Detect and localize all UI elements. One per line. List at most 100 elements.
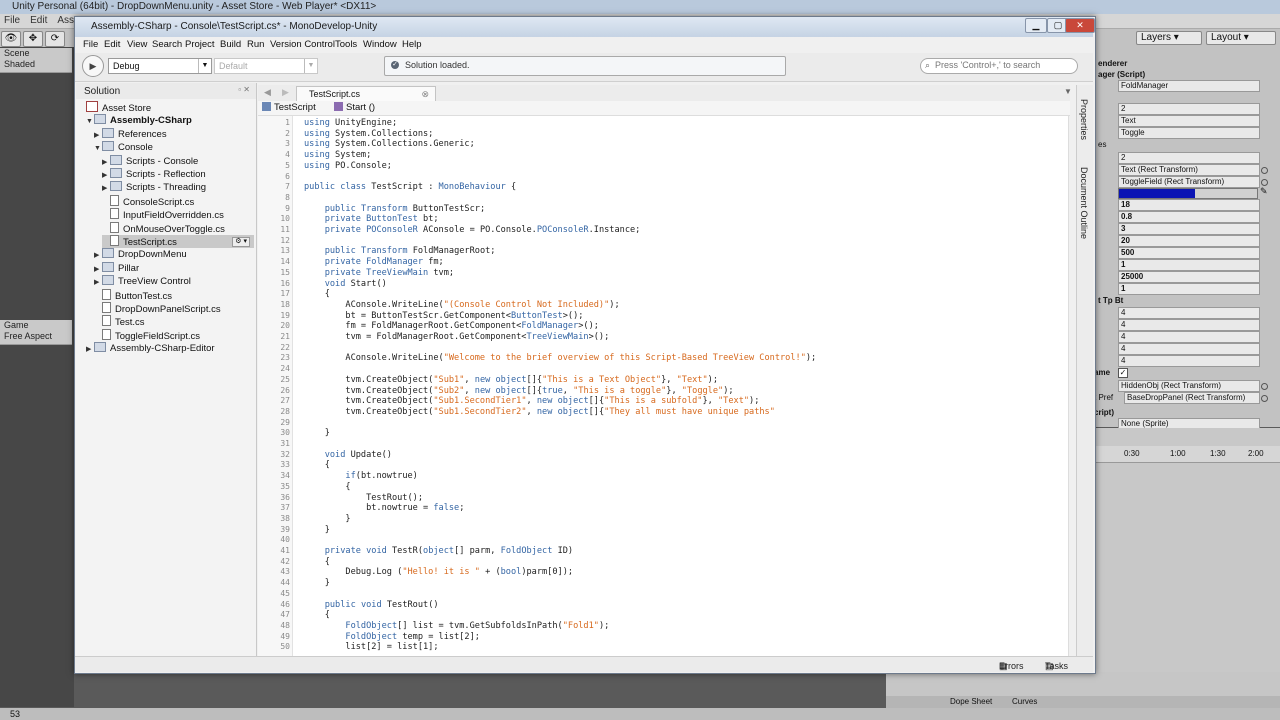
object-picker-icon[interactable] — [1261, 383, 1268, 390]
inspector-value-field[interactable]: 20 — [1118, 235, 1260, 247]
code-line[interactable]: } — [304, 514, 350, 524]
tree-item[interactable]: ▶ Scripts - Reflection — [102, 168, 254, 181]
scene-mode[interactable]: Shaded — [0, 59, 72, 70]
code-line[interactable]: FoldObject temp = list[2]; — [304, 632, 480, 642]
chevron-right-icon[interactable]: ▶ — [86, 343, 94, 356]
tree-item[interactable]: DropDownPanelScript.cs — [94, 302, 254, 315]
tree-item[interactable]: InputFieldOverridden.cs — [102, 208, 254, 221]
code-line[interactable]: public void TestRout() — [304, 600, 439, 610]
inspector-value-field[interactable]: 3 — [1118, 223, 1260, 235]
code-line[interactable]: { — [304, 482, 350, 492]
menu-build[interactable]: Build — [220, 39, 241, 50]
code-line[interactable]: private POConsoleR AConsole = PO.Console… — [304, 225, 641, 235]
code-line[interactable]: list[2] = list[1]; — [304, 642, 438, 652]
rotate-tool-icon[interactable]: ⟳ — [45, 31, 65, 47]
code-line[interactable]: private ButtonTest bt; — [304, 214, 439, 224]
chevron-right-icon[interactable]: ▶ — [94, 276, 102, 289]
code-line[interactable]: { — [304, 557, 330, 567]
inspector-value-field[interactable]: 4 — [1118, 319, 1260, 331]
menu-help[interactable]: Help — [402, 39, 422, 50]
run-button[interactable]: ▶ — [82, 55, 104, 77]
layers-dropdown[interactable]: Layers ▾ — [1136, 31, 1202, 45]
inspector-value-field[interactable]: 25000 — [1118, 271, 1260, 283]
eyedropper-icon[interactable]: ✎ — [1260, 186, 1268, 197]
properties-pad-tab[interactable]: Properties — [1079, 99, 1089, 140]
inspector-field[interactable]: ToggleField (Rect Transform) — [1118, 176, 1260, 188]
code-line[interactable]: } — [304, 428, 330, 438]
code-line[interactable]: using System; — [304, 150, 371, 160]
tree-item[interactable]: ▶ Scripts - Console — [102, 154, 254, 168]
inspector-field[interactable]: 2 — [1118, 103, 1260, 115]
tab-testscript[interactable]: TestScript.cs ⊗ — [296, 86, 436, 102]
hand-tool-icon[interactable]: 👁 — [1, 31, 21, 47]
pad-controls-icon[interactable]: ▫ ✕ — [238, 85, 250, 94]
tree-item[interactable]: ▶ Scripts - Threading — [102, 181, 254, 194]
code-line[interactable]: public Transform FoldManagerRoot; — [304, 246, 496, 256]
code-line[interactable]: { — [304, 610, 330, 620]
menu-file[interactable]: File — [83, 39, 98, 50]
configuration-select[interactable]: Debug ▼ — [108, 58, 212, 74]
code-line[interactable]: TestRout(); — [304, 493, 423, 503]
inspector-value-field[interactable]: 1 — [1118, 259, 1260, 271]
inspector-basedrop-field[interactable]: BaseDropPanel (Rect Transform) — [1124, 392, 1260, 404]
code-line[interactable]: using PO.Console; — [304, 161, 392, 171]
object-picker-icon[interactable] — [1261, 395, 1268, 402]
tab-close-icon[interactable]: ⊗ — [421, 89, 429, 100]
code-line[interactable]: tvm.CreateObject("Sub1.SecondTier1", new… — [304, 396, 759, 406]
code-line[interactable]: bt = ButtonTestScr.GetComponent<ButtonTe… — [304, 311, 583, 321]
code-line[interactable]: fm = FoldManagerRoot.GetComponent<FoldMa… — [304, 321, 599, 331]
layout-dropdown[interactable]: Layout ▾ — [1206, 31, 1276, 45]
code-line[interactable]: using UnityEngine; — [304, 118, 397, 128]
dope-sheet-tab[interactable]: Dope Sheet — [950, 697, 992, 706]
code-line[interactable]: public class TestScript : MonoBehaviour … — [304, 182, 516, 192]
chevron-right-icon[interactable]: ▶ — [102, 169, 110, 182]
tab-list-icon[interactable]: ▼ — [1064, 87, 1072, 96]
code-line[interactable]: tvm.CreateObject("Sub1.SecondTier2", new… — [304, 407, 775, 417]
code-line[interactable]: Debug.Log ("Hello! it is " + (bool)parm[… — [304, 567, 573, 577]
breadcrumb-class[interactable]: TestScript — [274, 102, 316, 113]
tree-item[interactable]: ▼ Assembly-CSharp — [86, 114, 254, 127]
code-line[interactable]: tvm = FoldManagerRoot.GetComponent<TreeV… — [304, 332, 609, 342]
inspector-field[interactable]: Toggle — [1118, 127, 1260, 139]
menu-window[interactable]: Window — [363, 39, 397, 50]
code-line[interactable]: { — [304, 289, 330, 299]
chevron-right-icon[interactable]: ▶ — [94, 263, 102, 276]
color-bar[interactable] — [1118, 188, 1258, 199]
tree-item[interactable]: ▶ Assembly-CSharp-Editor — [86, 342, 254, 355]
inspector-value-field[interactable]: 4 — [1118, 307, 1260, 319]
search-input[interactable]: ⌕ Press 'Control+,' to search — [920, 58, 1078, 74]
code-line[interactable]: public Transform ButtonTestScr; — [304, 204, 485, 214]
code-line[interactable]: FoldObject[] list = tvm.GetSubfoldsInPat… — [304, 621, 609, 631]
inspector-foldmanager-field[interactable]: FoldManager — [1118, 80, 1260, 92]
code-line[interactable]: private TreeViewMain tvm; — [304, 268, 454, 278]
unity-menu-file[interactable]: File — [4, 15, 20, 26]
menu-view[interactable]: View — [127, 39, 147, 50]
tree-item[interactable]: ToggleFieldScript.cs — [94, 328, 254, 342]
inspector-field[interactable]: Text (Rect Transform) — [1118, 164, 1260, 176]
code-line[interactable]: bt.nowtrue = false; — [304, 503, 464, 513]
minimize-icon[interactable]: ▁ — [1025, 18, 1047, 33]
platform-select[interactable]: Default ▼ — [214, 58, 318, 74]
menu-search[interactable]: Search — [152, 39, 182, 50]
menu-version-control[interactable]: Version Control — [270, 39, 335, 50]
game-aspect[interactable]: Free Aspect — [0, 331, 72, 342]
code-line[interactable]: } — [304, 578, 330, 588]
unity-menu-edit[interactable]: Edit — [30, 15, 47, 26]
tree-item[interactable]: ▶ References — [94, 127, 254, 141]
game-tab[interactable]: Game Free Aspect — [0, 320, 72, 345]
inspector-value-field[interactable]: 4 — [1118, 343, 1260, 355]
inspector-value-field[interactable]: 1 — [1118, 283, 1260, 295]
tab-back-icon[interactable]: ◀ — [264, 87, 271, 98]
tree-item[interactable]: ▶ DropDownMenu — [94, 248, 254, 261]
tree-item[interactable]: ▶ TreeView Control — [94, 275, 254, 288]
curves-tab[interactable]: Curves — [1012, 697, 1037, 706]
code-line[interactable]: private void TestR(object[] parm, FoldOb… — [304, 546, 573, 556]
chevron-right-icon[interactable]: ▶ — [102, 182, 110, 195]
tree-item[interactable]: ButtonTest.cs — [94, 288, 254, 302]
code-line[interactable]: void Update() — [304, 450, 392, 460]
gear-icon[interactable]: ⚙ ▾ — [232, 237, 250, 247]
inspector-value-field[interactable]: 18 — [1118, 199, 1260, 211]
code-line[interactable]: AConsole.WriteLine("(Console Control Not… — [304, 300, 619, 310]
checkbox[interactable]: ✓ — [1118, 368, 1128, 378]
scene-tab[interactable]: Scene Shaded — [0, 48, 72, 73]
